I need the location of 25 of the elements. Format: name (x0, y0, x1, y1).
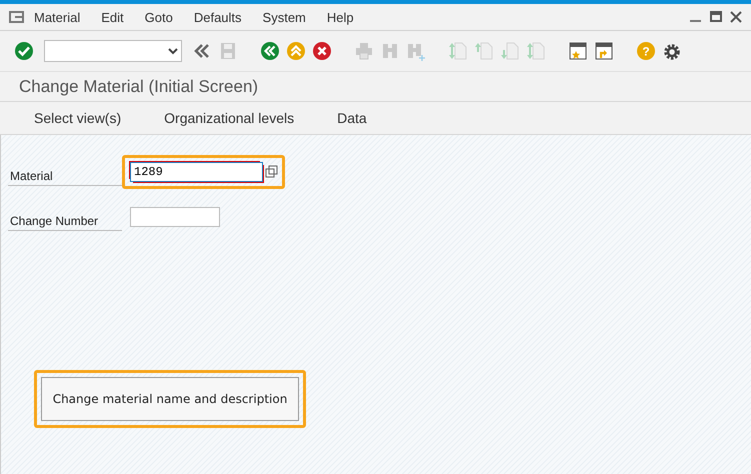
toolbar-button[interactable]: Organizational levels (164, 110, 294, 126)
dropdown-icon[interactable] (168, 48, 178, 54)
maximize-icon[interactable] (710, 11, 722, 23)
change-description-button[interactable]: Change material name and description (41, 377, 299, 421)
cancel-icon[interactable] (312, 41, 332, 61)
input-field[interactable]: 1289 (130, 162, 263, 182)
input-field[interactable] (130, 206, 220, 226)
system-menu-icon[interactable] (9, 11, 25, 23)
value-help-icon[interactable] (265, 164, 279, 178)
menu-item[interactable]: Edit (101, 10, 124, 24)
menu-item[interactable]: Goto (144, 10, 173, 24)
back-icon[interactable] (260, 41, 280, 61)
menu-item[interactable]: System (262, 10, 306, 24)
screen-title: Change Material (Initial Screen) (18, 76, 260, 98)
toolbar-button[interactable]: Select view(s) (34, 110, 122, 126)
close-icon[interactable] (730, 11, 742, 23)
menu-item[interactable]: Material (34, 10, 80, 24)
menu-item[interactable]: Help (326, 10, 354, 24)
exit-icon[interactable] (286, 41, 306, 61)
toolbar-button[interactable]: Data (337, 110, 367, 126)
menu-item[interactable]: Defaults (194, 10, 242, 24)
field-label: Material (8, 169, 122, 186)
command-field[interactable] (44, 40, 182, 62)
field-label: Change Number (8, 214, 122, 231)
check-icon[interactable] (14, 41, 34, 61)
